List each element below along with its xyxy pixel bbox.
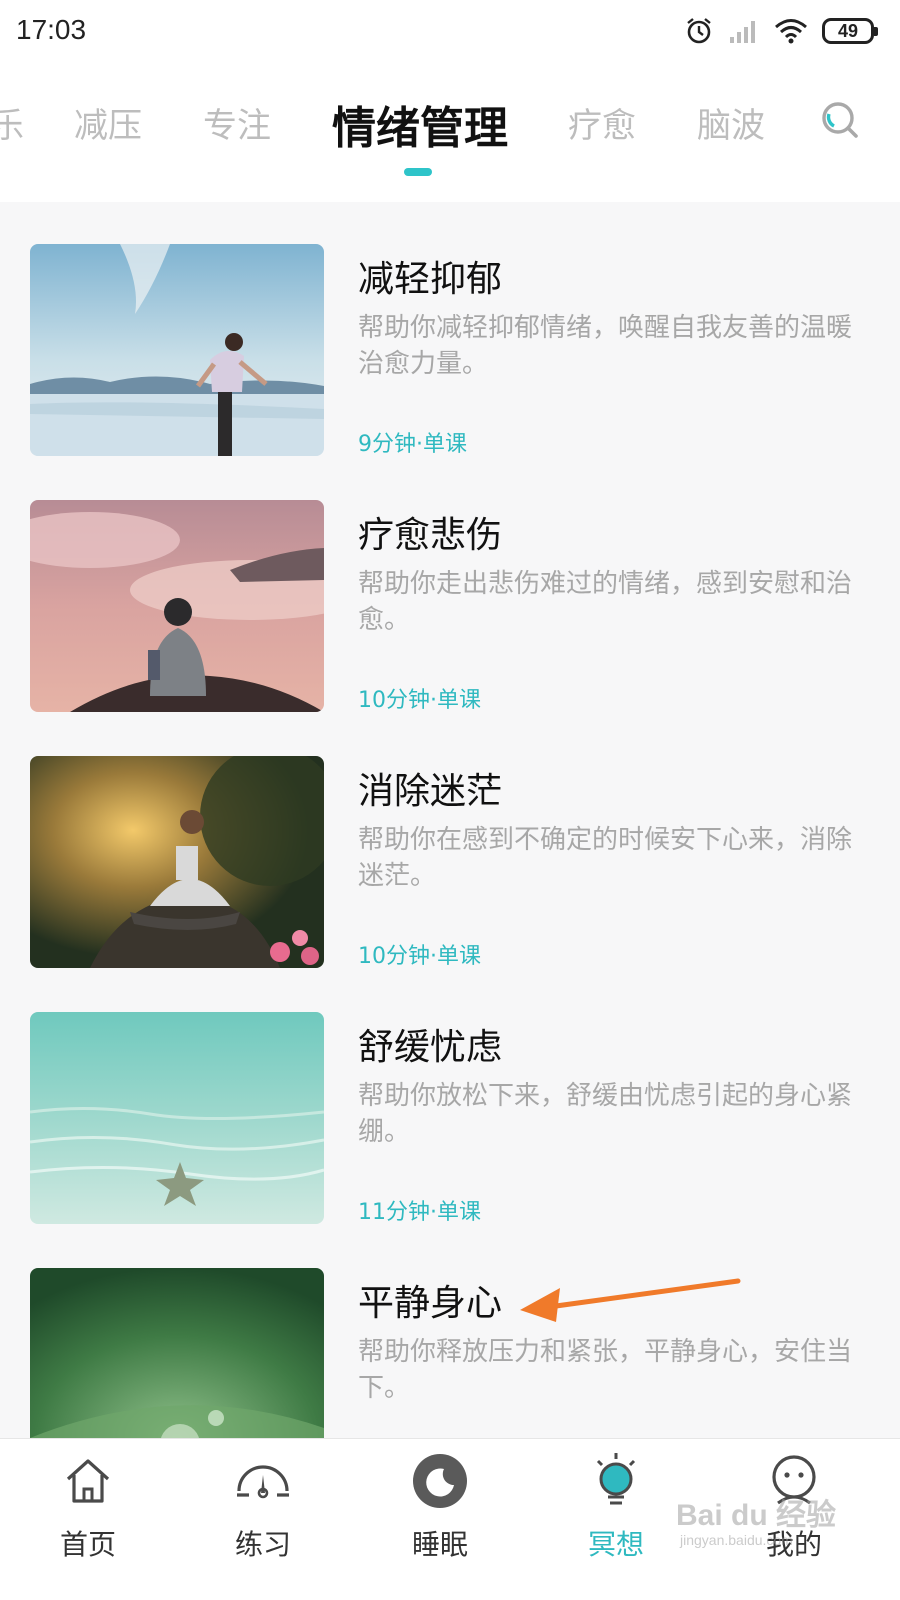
course-description: 帮助你减轻抑郁情绪，唤醒自我友善的温暖治愈力量。: [358, 313, 853, 379]
battery-level: 49: [837, 20, 859, 41]
nav-practice[interactable]: 练习: [203, 1439, 323, 1600]
course-title: 减轻抑郁: [358, 259, 503, 300]
battery-icon: 49: [822, 18, 878, 44]
annotation-arrow-icon: [520, 1278, 741, 1322]
lightbulb-icon: [596, 1453, 636, 1505]
course-duration: 9分钟·单课: [358, 432, 467, 457]
nav-label: 冥想: [587, 1528, 644, 1561]
wifi-icon: [775, 19, 807, 44]
nav-label: 睡眠: [411, 1528, 468, 1561]
course-title: 平静身心: [358, 1283, 503, 1324]
course-description: 帮助你放松下来，舒缓由忧虑引起的身心紧绷。: [358, 1081, 853, 1147]
category-tabs: 乐 减压 专注 情绪管理 疗愈 脑波: [0, 62, 900, 202]
watermark-url: jingyan.baidu.com: [680, 1532, 793, 1548]
status-time: 17:03: [16, 14, 87, 45]
course-thumbnail: [30, 756, 324, 968]
course-description: 帮助你在感到不确定的时候安下心来，消除迷茫。: [358, 825, 853, 891]
course-item[interactable]: 减轻抑郁 帮助你减轻抑郁情绪，唤醒自我友善的温暖治愈力量。 9分钟·单课: [0, 202, 900, 458]
tab-zhuanzhu[interactable]: 专注: [203, 98, 271, 147]
tab-jianya[interactable]: 减压: [74, 98, 142, 147]
course-item[interactable]: 舒缓忧虑 帮助你放松下来，舒缓由忧虑引起的身心紧绷。 11分钟·单课: [0, 970, 900, 1226]
nav-meditation[interactable]: 冥想: [556, 1439, 676, 1600]
watermark: Bai du 经验: [676, 1499, 837, 1532]
course-item[interactable]: 疗愈悲伤 帮助你走出悲伤难过的情绪，感到安慰和治愈。 10分钟·单课: [0, 458, 900, 714]
course-thumbnail: [30, 500, 324, 712]
course-item[interactable]: 消除迷茫 帮助你在感到不确定的时候安下心来，消除迷茫。 10分钟·单课: [0, 714, 900, 970]
nav-sleep[interactable]: 睡眠: [380, 1439, 500, 1600]
course-duration: 10分钟·单课: [358, 688, 481, 713]
nav-label: 练习: [234, 1528, 291, 1561]
status-icons: 49: [684, 14, 878, 48]
course-duration: 10分钟·单课: [358, 944, 481, 969]
tab-qingxu-guanli[interactable]: 情绪管理: [332, 92, 508, 156]
course-duration: 11分钟·单课: [358, 1200, 481, 1225]
course-thumbnail: [30, 244, 324, 456]
gauge-icon: [237, 1465, 289, 1499]
course-list: 减轻抑郁 帮助你减轻抑郁情绪，唤醒自我友善的温暖治愈力量。 9分钟·单课 疗愈悲…: [0, 202, 900, 1468]
search-icon[interactable]: [816, 96, 866, 146]
course-title: 消除迷茫: [358, 771, 503, 812]
home-icon: [66, 1459, 110, 1503]
nav-home[interactable]: 首页: [28, 1439, 148, 1600]
active-tab-indicator: [404, 168, 432, 176]
course-thumbnail: [30, 1012, 324, 1224]
tab-liaoyu[interactable]: 疗愈: [568, 98, 636, 147]
tab-naobo[interactable]: 脑波: [697, 98, 765, 147]
course-description: 帮助你走出悲伤难过的情绪，感到安慰和治愈。: [358, 569, 853, 635]
course-description: 帮助你释放压力和紧张，平静身心，安住当下。: [358, 1337, 853, 1403]
course-title: 疗愈悲伤: [358, 515, 503, 556]
alarm-icon: [687, 18, 711, 44]
moon-icon: [413, 1454, 467, 1508]
course-item[interactable]: 平静身心 帮助你释放压力和紧张，平静身心，安住当下。: [0, 1226, 900, 1468]
tab-le[interactable]: 乐: [0, 98, 24, 147]
course-title: 舒缓忧虑: [358, 1027, 503, 1068]
signal-icon: [730, 21, 755, 43]
status-bar: 17:03 49: [0, 0, 900, 62]
nav-label: 首页: [59, 1528, 116, 1561]
